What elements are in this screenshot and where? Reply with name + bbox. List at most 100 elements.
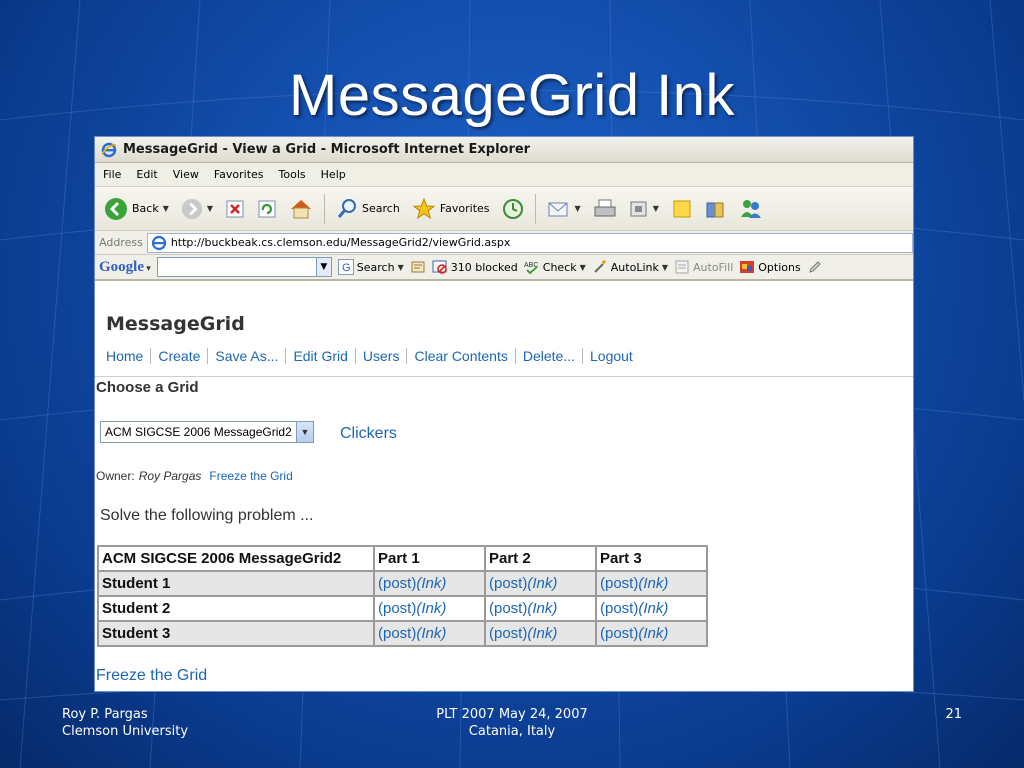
table-header-part-3: Part 3 <box>595 545 708 572</box>
back-dropdown-icon[interactable]: ▼ <box>163 204 169 213</box>
search-label: Search <box>362 202 400 215</box>
address-input[interactable]: http://buckbeak.cs.clemson.edu/MessageGr… <box>146 232 913 253</box>
home-button[interactable] <box>286 192 316 226</box>
options-button[interactable]: Options <box>739 259 801 275</box>
check-dropdown-icon: ▼ <box>579 262 586 272</box>
slide-number: 21 <box>945 707 962 722</box>
google-g-icon: G <box>337 259 354 275</box>
nav-home[interactable]: Home <box>106 348 150 364</box>
back-button[interactable]: Back ▼ <box>101 192 172 226</box>
post-link[interactable]: (post) <box>600 575 638 592</box>
footer-affiliation: Clemson University <box>62 724 189 739</box>
post-link[interactable]: (post) <box>378 600 416 617</box>
mail-button[interactable]: ▼ <box>544 192 584 226</box>
table-header-grid-name: ACM SIGCSE 2006 MessageGrid2 <box>97 545 375 572</box>
google-menu-dropdown-icon: ▾ <box>144 262 151 273</box>
grid-select[interactable]: ACM SIGCSE 2006 MessageGrid2 ▼ <box>100 421 314 443</box>
spellcheck-icon: ABC <box>524 262 538 275</box>
post-link[interactable]: (post) <box>378 625 416 642</box>
blocked-count-label: 310 blocked <box>450 260 518 274</box>
favorites-label: Favorites <box>439 202 490 215</box>
ink-link[interactable]: (Ink) <box>527 600 557 617</box>
spell-check-button[interactable]: ABC Check ▼ <box>524 259 586 275</box>
ink-link[interactable]: (Ink) <box>527 625 557 642</box>
ink-link[interactable]: (Ink) <box>527 575 557 592</box>
print-button[interactable] <box>590 192 620 226</box>
footer-event-location: Catania, Italy <box>468 724 556 739</box>
nav-clear-contents[interactable]: Clear Contents <box>406 348 514 364</box>
menu-view[interactable]: View <box>173 168 199 181</box>
freeze-grid-link-top[interactable]: Freeze the Grid <box>209 469 292 483</box>
google-search-dropdown-icon: ▼ <box>397 262 404 272</box>
window-titlebar: MessageGrid - View a Grid - Microsoft In… <box>95 137 913 163</box>
nav-logout[interactable]: Logout <box>582 348 640 364</box>
check-label: Check <box>542 260 577 274</box>
post-link[interactable]: (post) <box>489 625 527 642</box>
autofill-icon <box>675 260 689 274</box>
mail-dropdown-icon[interactable]: ▼ <box>575 204 581 213</box>
post-link[interactable]: (post) <box>489 600 527 617</box>
nav-create[interactable]: Create <box>150 348 207 364</box>
back-label: Back <box>132 202 159 215</box>
post-link[interactable]: (post) <box>378 575 416 592</box>
google-search-label: Search <box>356 260 395 274</box>
standard-toolbar: Back ▼ ▼ Search Favorites ▼ ▼ <box>95 187 913 231</box>
discuss-button[interactable] <box>668 192 696 226</box>
stop-button[interactable] <box>222 192 248 226</box>
autolink-label: AutoLink <box>610 260 659 274</box>
ink-link[interactable]: (Ink) <box>416 575 446 592</box>
mail-icon <box>548 202 568 216</box>
edit-button[interactable]: ▼ <box>626 192 662 226</box>
google-logo[interactable]: Google ▾ <box>99 259 151 276</box>
search-icon <box>337 198 357 218</box>
nav-save-as[interactable]: Save As... <box>207 348 285 364</box>
ink-link[interactable]: (Ink) <box>638 600 668 617</box>
nav-edit-grid[interactable]: Edit Grid <box>285 348 354 364</box>
menu-favorites[interactable]: Favorites <box>214 168 264 181</box>
browser-screenshot: MessageGrid - View a Grid - Microsoft In… <box>94 136 914 692</box>
chevron-down-icon[interactable]: ▼ <box>296 422 313 442</box>
post-link[interactable]: (post) <box>489 575 527 592</box>
autofill-button[interactable]: AutoFill <box>674 259 733 275</box>
ink-link[interactable]: (Ink) <box>638 625 668 642</box>
grid-cell: (post)(Ink) <box>595 620 708 647</box>
table-header-row: ACM SIGCSE 2006 MessageGrid2 Part 1 Part… <box>97 545 708 572</box>
ink-link[interactable]: (Ink) <box>638 575 668 592</box>
toolbar-separator <box>324 193 326 224</box>
favorites-button[interactable]: Favorites <box>409 192 493 226</box>
google-search-button[interactable]: G Search ▼ <box>337 259 404 275</box>
ink-link[interactable]: (Ink) <box>416 625 446 642</box>
google-news-button[interactable] <box>410 259 426 275</box>
edit-dropdown-icon[interactable]: ▼ <box>653 204 659 213</box>
menu-help[interactable]: Help <box>321 168 346 181</box>
google-search-history-dropdown[interactable]: ▼ <box>315 257 332 277</box>
google-search-input[interactable] <box>156 257 317 277</box>
pencil-button[interactable] <box>807 259 823 275</box>
menu-tools[interactable]: Tools <box>279 168 306 181</box>
owner-label: Owner: <box>96 469 135 483</box>
refresh-button[interactable] <box>254 192 280 226</box>
menu-edit[interactable]: Edit <box>136 168 157 181</box>
autolink-dropdown-icon: ▼ <box>661 262 669 272</box>
menu-file[interactable]: File <box>103 168 121 181</box>
history-button[interactable] <box>499 192 527 226</box>
footer-author: Roy P. Pargas Clemson University <box>62 706 188 740</box>
research-button[interactable] <box>702 192 730 226</box>
messenger-button[interactable] <box>736 192 766 226</box>
search-button[interactable]: Search <box>333 192 403 226</box>
clickers-link[interactable]: Clickers <box>340 425 397 443</box>
post-link[interactable]: (post) <box>600 625 638 642</box>
nav-delete[interactable]: Delete... <box>514 348 582 364</box>
autolink-button[interactable]: AutoLink ▼ <box>592 259 668 275</box>
pencil-icon <box>808 261 821 273</box>
popup-blocker-button[interactable]: 310 blocked <box>432 259 518 275</box>
forward-button[interactable]: ▼ <box>178 192 216 226</box>
post-link[interactable]: (post) <box>600 600 638 617</box>
ink-link[interactable]: (Ink) <box>416 600 446 617</box>
table-row: Student 1 (post)(Ink) (post)(Ink) (post)… <box>97 570 708 597</box>
history-icon <box>502 198 523 219</box>
forward-dropdown-icon[interactable]: ▼ <box>207 204 213 213</box>
grid-cell: (post)(Ink) <box>595 570 708 597</box>
freeze-grid-link-bottom[interactable]: Freeze the Grid <box>96 667 207 685</box>
nav-users[interactable]: Users <box>354 348 407 364</box>
